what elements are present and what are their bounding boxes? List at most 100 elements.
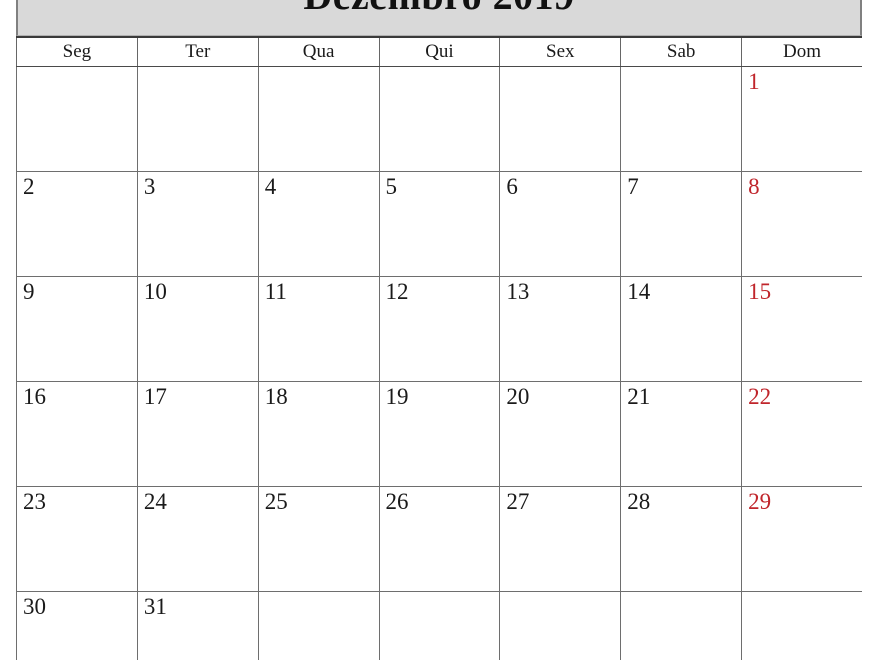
day-number: 21 [627,383,651,409]
calendar-week-row: 30 31 [16,590,862,660]
day-cell[interactable]: 2 [16,170,138,277]
day-number [380,592,500,595]
calendar-body: 1 2 3 4 5 6 7 8 9 10 11 12 13 14 15 16 1… [16,65,862,660]
day-cell[interactable]: 31 [136,590,259,660]
day-cell[interactable] [16,65,138,172]
day-cell[interactable]: 4 [257,170,380,277]
day-cell[interactable]: 23 [16,485,138,592]
day-number: 2 [23,173,35,199]
day-number [138,67,258,70]
day-number: 17 [143,383,167,409]
day-number: 20 [506,383,530,409]
day-cell[interactable]: 17 [136,380,259,487]
day-number: 14 [627,278,651,304]
day-number: 18 [264,383,288,409]
day-number: 31 [143,593,167,619]
calendar-title-band: Dezembro 2019 [16,0,862,36]
day-cell[interactable]: 10 [136,275,259,382]
day-cell[interactable]: 18 [257,380,380,487]
calendar-week-row: 23 24 25 26 27 28 29 [16,485,862,592]
day-number [621,592,741,595]
calendar-week-row: 2 3 4 5 6 7 8 [16,170,862,277]
day-number [259,67,379,70]
day-number: 7 [627,173,639,199]
calendar-grid: Seg Ter Qua Qui Sex Sab Dom 1 2 3 4 5 6 … [16,36,862,660]
day-number: 28 [627,488,651,514]
day-cell[interactable]: 13 [499,275,622,382]
day-cell[interactable]: 6 [499,170,622,277]
day-number: 25 [264,488,288,514]
day-cell[interactable] [620,65,743,172]
day-number: 3 [143,173,156,199]
day-number: 23 [23,488,46,514]
day-cell[interactable]: 5 [378,170,501,277]
day-number: 27 [506,488,530,514]
day-number: 26 [385,488,409,514]
day-cell[interactable] [378,590,501,660]
day-cell[interactable] [378,65,501,172]
weekday-header-seg: Seg [16,36,138,67]
day-cell-sunday[interactable]: 8 [741,170,862,277]
weekday-header-row: Seg Ter Qua Qui Sex Sab Dom [16,36,862,67]
day-number [380,67,500,70]
day-cell[interactable]: 7 [620,170,743,277]
weekday-header-qua: Qua [257,36,380,67]
day-cell[interactable]: 16 [16,380,138,487]
day-number: 4 [264,173,277,199]
day-number: 6 [506,173,518,199]
day-number: 30 [23,593,46,619]
day-number [621,67,741,70]
weekday-header-dom: Dom [741,36,862,67]
day-number: 9 [23,278,35,304]
weekday-header-sex: Sex [499,36,622,67]
day-cell[interactable]: 24 [136,485,259,592]
day-cell[interactable]: 28 [620,485,743,592]
day-number: 24 [143,488,167,514]
day-cell[interactable]: 20 [499,380,622,487]
day-cell-sunday[interactable]: 15 [741,275,862,382]
day-cell[interactable]: 11 [257,275,380,382]
day-cell[interactable]: 9 [16,275,138,382]
day-cell-sunday[interactable] [741,590,862,660]
day-number [500,67,620,70]
day-cell[interactable] [257,590,380,660]
day-number: 19 [385,383,409,409]
day-number: 12 [385,278,409,304]
day-cell[interactable]: 14 [620,275,743,382]
day-cell-sunday[interactable]: 22 [741,380,862,487]
day-cell[interactable]: 26 [378,485,501,592]
day-number [742,592,862,595]
day-number [259,592,379,595]
day-cell[interactable] [499,590,622,660]
day-number: 5 [385,173,398,199]
day-number: 11 [264,278,287,304]
day-cell[interactable]: 25 [257,485,380,592]
day-number: 16 [23,383,46,409]
day-number: 8 [748,173,760,199]
calendar-weekday-header: Seg Ter Qua Qui Sex Sab Dom [16,36,862,67]
day-cell-sunday[interactable]: 1 [741,65,862,172]
weekday-header-qui: Qui [378,36,501,67]
calendar-container: Dezembro 2019 Seg Ter Qua Qui Sex Sab Do… [16,0,862,660]
day-cell[interactable]: 30 [16,590,138,660]
day-cell-sunday[interactable]: 29 [741,485,862,592]
calendar-week-row: 1 [16,65,862,172]
day-cell[interactable]: 19 [378,380,501,487]
day-cell[interactable] [257,65,380,172]
calendar-week-row: 9 10 11 12 13 14 15 [16,275,862,382]
day-number: 22 [748,383,772,409]
calendar-week-row: 16 17 18 19 20 21 22 [16,380,862,487]
day-number: 15 [748,278,772,304]
day-number: 13 [506,278,530,304]
day-number: 29 [748,488,772,514]
day-cell[interactable] [499,65,622,172]
day-number [17,67,137,70]
day-cell[interactable]: 3 [136,170,259,277]
day-cell[interactable]: 12 [378,275,501,382]
day-cell[interactable] [136,65,259,172]
day-cell[interactable] [620,590,743,660]
day-number [500,592,620,595]
day-number: 10 [143,278,167,304]
day-cell[interactable]: 27 [499,485,622,592]
day-cell[interactable]: 21 [620,380,743,487]
